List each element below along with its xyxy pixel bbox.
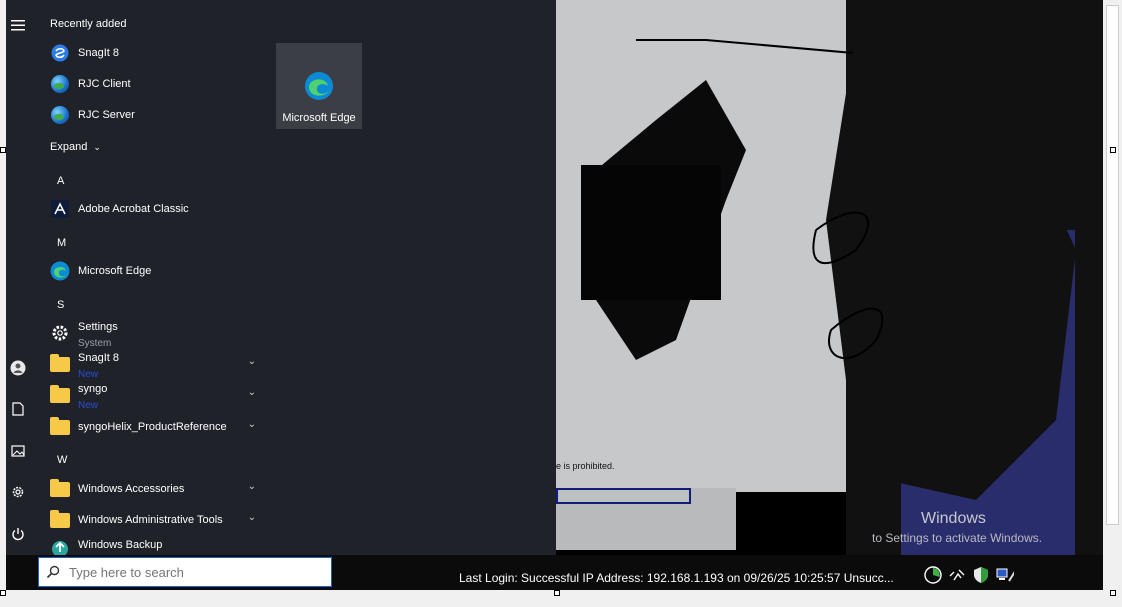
scrollbar-thumb[interactable] <box>1106 5 1119 525</box>
start-menu: Recently added SnagIt 8 RJC Client RJC S… <box>6 0 556 555</box>
folder-windows-accessories[interactable]: Windows Accessories ⌄ <box>50 476 260 502</box>
folder-icon <box>50 353 70 374</box>
documents-icon[interactable] <box>9 400 27 418</box>
taskbar: Last Login: Successful IP Address: 192.1… <box>6 555 1105 590</box>
tools-icon[interactable] <box>996 566 1014 584</box>
folder-snagit[interactable]: SnagIt 8 New ⌄ <box>50 351 260 380</box>
power-icon[interactable] <box>9 525 27 543</box>
app-microsoft-edge[interactable]: Microsoft Edge <box>50 258 260 284</box>
folder-syngohelix[interactable]: syngoHelix_ProductReference ⌄ <box>50 414 260 440</box>
edge-icon <box>50 261 70 281</box>
gear-icon <box>50 323 70 343</box>
folder-windows-admin-tools[interactable]: Windows Administrative Tools ⌄ <box>50 507 260 533</box>
resize-handle[interactable] <box>1110 590 1116 596</box>
letter-header-a[interactable]: A <box>57 175 64 187</box>
vertical-scrollbar[interactable] <box>1103 0 1122 590</box>
edge-icon <box>304 71 334 106</box>
snagit-app-icon <box>50 43 70 63</box>
letter-header-s[interactable]: S <box>57 299 64 311</box>
folder-icon <box>50 384 70 405</box>
hamburger-menu-icon[interactable] <box>9 16 27 34</box>
activate-windows-subtitle: to Settings to activate Windows. <box>872 531 1043 545</box>
settings-gear-icon[interactable] <box>9 483 27 501</box>
app-settings[interactable]: Settings System <box>50 320 260 349</box>
app-adobe-acrobat[interactable]: Adobe Acrobat Classic <box>50 196 260 222</box>
expand-button[interactable]: Expand ⌄ <box>50 141 101 153</box>
letter-header-m[interactable]: M <box>57 237 66 249</box>
chevron-down-icon: ⌄ <box>93 142 101 152</box>
user-account-icon[interactable] <box>9 359 27 377</box>
globe-icon <box>50 74 70 94</box>
redaction-scribble <box>581 10 1076 500</box>
system-tray <box>924 566 1014 584</box>
network-icon[interactable] <box>948 566 966 584</box>
prohibited-notice: e is prohibited. <box>556 461 615 471</box>
resize-handle[interactable] <box>554 590 560 596</box>
chevron-down-icon[interactable]: ⌄ <box>248 356 256 367</box>
desktop-screen: e is prohibited. Windows to Settings to … <box>6 0 1105 590</box>
activate-windows-title: Windows <box>921 510 986 527</box>
search-icon <box>39 565 67 579</box>
folder-syngo[interactable]: syngo New ⌄ <box>50 382 260 411</box>
adobe-acrobat-icon <box>50 199 70 219</box>
resize-handle[interactable] <box>0 147 6 153</box>
pinned-tile-microsoft-edge[interactable]: Microsoft Edge <box>276 43 362 129</box>
folder-icon <box>50 478 70 499</box>
clock-status-icon[interactable] <box>924 566 942 584</box>
recent-item-rjc-server[interactable]: RJC Server <box>50 102 260 128</box>
recently-added-heading: Recently added <box>50 18 127 30</box>
recent-item-rjc-client[interactable]: RJC Client <box>50 71 260 97</box>
globe-icon <box>50 105 70 125</box>
shield-icon[interactable] <box>972 566 990 584</box>
chevron-down-icon[interactable]: ⌄ <box>248 419 256 430</box>
resize-handle[interactable] <box>1110 147 1116 153</box>
app-list: Recently added SnagIt 8 RJC Client RJC S… <box>46 0 266 555</box>
folder-icon <box>50 509 70 530</box>
pictures-icon[interactable] <box>9 442 27 460</box>
app-windows-backup[interactable]: Windows Backup <box>50 534 260 555</box>
recent-item-snagit[interactable]: SnagIt 8 <box>50 40 260 66</box>
chevron-down-icon[interactable]: ⌄ <box>248 481 256 492</box>
chevron-down-icon[interactable]: ⌄ <box>248 512 256 523</box>
backup-icon <box>50 537 70 555</box>
taskbar-search-box[interactable] <box>38 557 332 587</box>
resize-handle[interactable] <box>0 590 6 596</box>
letter-header-w[interactable]: W <box>57 454 67 466</box>
folder-icon <box>50 416 70 437</box>
search-input[interactable] <box>67 563 321 581</box>
chevron-down-icon[interactable]: ⌄ <box>248 387 256 398</box>
start-menu-rail <box>6 0 30 555</box>
last-login-status: Last Login: Successful IP Address: 192.1… <box>459 571 894 585</box>
